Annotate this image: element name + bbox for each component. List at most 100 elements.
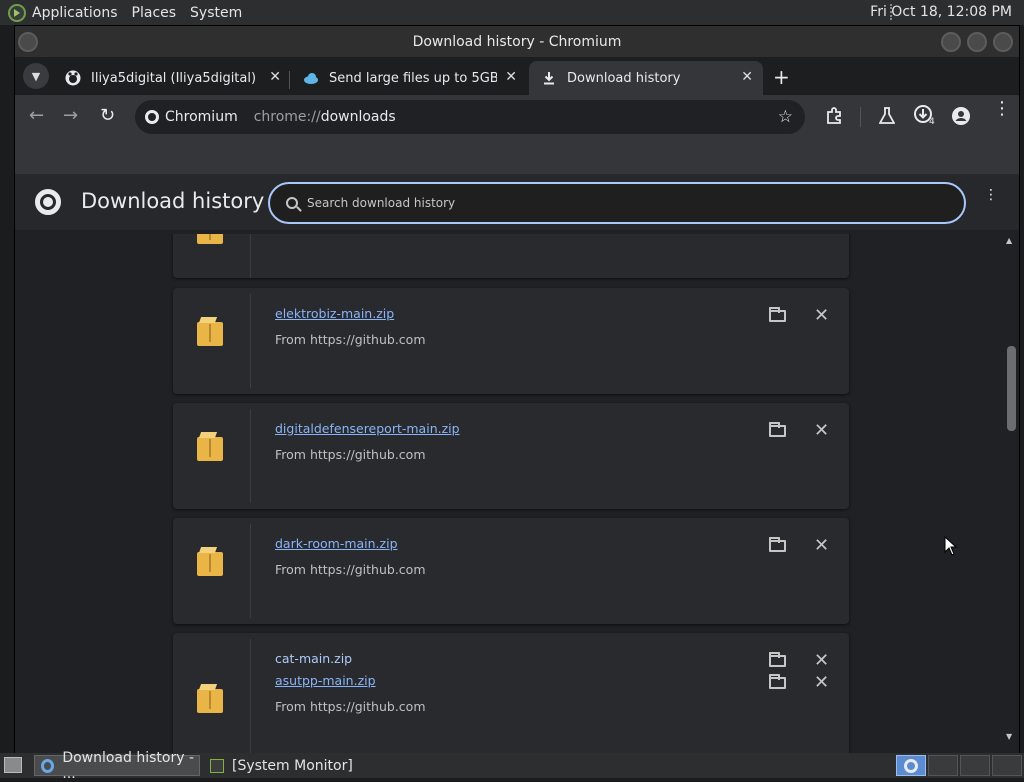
workspace-3[interactable] (960, 755, 990, 776)
card-divider (250, 524, 251, 618)
search-downloads-field[interactable]: Search download history (268, 182, 966, 224)
card-divider (250, 234, 251, 278)
close-icon[interactable]: ✕ (269, 69, 281, 85)
top-panel: Applications Places System Fri Oct 18, 1… (0, 0, 1024, 25)
tab-github[interactable]: Iliya5digital (Iliya5digital) / Re ✕ (53, 61, 291, 95)
remove-from-list-icon[interactable]: ✕ (814, 307, 829, 325)
remove-from-list-icon[interactable]: ✕ (814, 652, 829, 670)
toolbar-spacer (15, 139, 1019, 174)
download-count: 4 (929, 117, 935, 127)
maximize-button[interactable] (967, 32, 987, 52)
tab-search-button[interactable]: ▼ (23, 63, 49, 89)
back-arrow-icon[interactable]: ← (29, 105, 44, 126)
search-placeholder: Search download history (307, 196, 456, 210)
card-divider (250, 639, 251, 754)
minimize-button[interactable] (941, 32, 961, 52)
remove-from-list-icon[interactable]: ✕ (814, 674, 829, 692)
downloads-header: Download history Search download history… (15, 174, 1019, 230)
more-actions-icon[interactable]: ⋮ (984, 188, 998, 202)
remove-from-list-icon[interactable]: ✕ (814, 537, 829, 555)
tab-divider (289, 71, 290, 89)
page-title: Download history (81, 189, 265, 213)
taskbar-item-chromium[interactable]: Download history - ... (34, 750, 200, 782)
labs-flask-icon[interactable] (878, 107, 896, 129)
chromium-icon (145, 110, 159, 124)
close-window-button[interactable] (993, 32, 1013, 52)
chip-label: Chromium (165, 109, 238, 125)
downloads-list: elektrobiz-main.zip From https://github.… (15, 234, 1003, 754)
tab-title: Download history (567, 70, 681, 86)
show-desktop-icon[interactable] (4, 757, 22, 773)
workspace-2[interactable] (928, 755, 958, 776)
remove-from-list-icon[interactable]: ✕ (814, 422, 829, 440)
close-icon[interactable]: ✕ (505, 69, 517, 85)
show-in-folder-icon[interactable] (769, 537, 786, 552)
file-link[interactable]: dark-room-main.zip (275, 536, 398, 551)
menu-system[interactable]: System (190, 5, 242, 21)
file-source: From https://github.com (275, 562, 426, 577)
zip-file-icon (197, 689, 223, 713)
show-in-folder-icon[interactable] (769, 422, 786, 437)
window-titlebar[interactable]: Download history - Chromium (15, 26, 1019, 57)
file-link[interactable]: asutpp-main.zip (275, 673, 376, 688)
taskbar-item-system-monitor[interactable]: [System Monitor] (204, 755, 374, 776)
menu-places[interactable]: Places (132, 5, 177, 21)
zip-file-icon (197, 552, 223, 576)
scroll-thumb[interactable] (1007, 346, 1016, 431)
site-info-chip[interactable]: Chromium (145, 109, 238, 125)
url-scheme: chrome:// (253, 109, 321, 125)
github-icon (65, 70, 81, 86)
browser-toolbar: ← → ↻ Chromium chrome://downloads ☆ 4 ⋮ (15, 95, 1019, 139)
profile-avatar-icon[interactable] (951, 106, 971, 130)
zip-file-icon (197, 437, 223, 461)
tab-title: Iliya5digital (Iliya5digital) / Re (91, 70, 259, 86)
workspace-switcher[interactable] (896, 755, 926, 776)
chevron-down-icon: ▼ (31, 69, 41, 83)
page-scrollbar[interactable]: ▲ ▼ (1003, 234, 1019, 754)
show-in-folder-icon[interactable] (769, 652, 786, 667)
address-bar[interactable]: Chromium chrome://downloads ☆ (135, 100, 805, 134)
show-in-folder-icon[interactable] (769, 674, 786, 689)
menu-applications[interactable]: Applications (32, 5, 118, 21)
file-link[interactable]: elektrobiz-main.zip (275, 306, 394, 321)
window-menu-button[interactable] (18, 32, 38, 52)
file-source: From https://github.com (275, 699, 426, 714)
clock[interactable]: Fri Oct 18, 12:08 PM (870, 4, 1012, 20)
tab-title: Send large files up to 5GB for (329, 70, 497, 86)
taskbar-item-label: Download history - ... (62, 749, 195, 782)
tab-strip: ▼ Iliya5digital (Iliya5digital) / Re ✕ S… (15, 57, 1019, 95)
forward-arrow-icon[interactable]: → (63, 105, 78, 126)
show-in-folder-icon[interactable] (769, 307, 786, 322)
bottom-taskbar: Download history - ... [System Monitor] (0, 750, 1024, 782)
workspace-4[interactable] (992, 755, 1022, 776)
download-icon (541, 70, 557, 86)
extensions-icon[interactable] (825, 107, 843, 129)
chromium-icon (904, 759, 918, 773)
scroll-down-arrow-icon[interactable]: ▼ (1006, 732, 1012, 741)
tab-send-files[interactable]: Send large files up to 5GB for ✕ (291, 61, 527, 95)
taskbar-item-label: [System Monitor] (232, 757, 353, 774)
card-divider (250, 409, 251, 503)
chromium-icon (41, 758, 55, 773)
file-link[interactable]: digitaldefensereport-main.zip (275, 421, 460, 436)
new-tab-button[interactable]: + (773, 65, 790, 89)
window-title: Download history - Chromium (412, 33, 622, 50)
tab-download-history[interactable]: Download history ✕ (529, 61, 763, 95)
file-source: From https://github.com (275, 447, 426, 462)
browser-window: Download history - Chromium ▼ Iliya5digi… (14, 25, 1020, 754)
download-item: cat-main.zip asutpp-main.zip From https:… (173, 633, 849, 754)
close-icon[interactable]: ✕ (741, 69, 753, 85)
download-item (173, 234, 849, 278)
zip-file-icon (197, 322, 223, 346)
toolbar-divider (860, 107, 861, 127)
chromium-logo-icon (35, 189, 61, 215)
file-link[interactable]: cat-main.zip (275, 651, 352, 666)
url-text[interactable]: chrome://downloads (254, 109, 396, 125)
star-icon[interactable]: ☆ (778, 107, 793, 127)
download-item: dark-room-main.zip From https://github.c… (173, 518, 849, 624)
downloads-button[interactable]: 4 (913, 104, 935, 130)
reload-icon[interactable]: ↻ (100, 105, 115, 126)
distro-logo-icon[interactable] (8, 3, 26, 22)
scroll-up-arrow-icon[interactable]: ▲ (1006, 236, 1012, 245)
menu-kebab-icon[interactable]: ⋮ (993, 100, 1011, 118)
